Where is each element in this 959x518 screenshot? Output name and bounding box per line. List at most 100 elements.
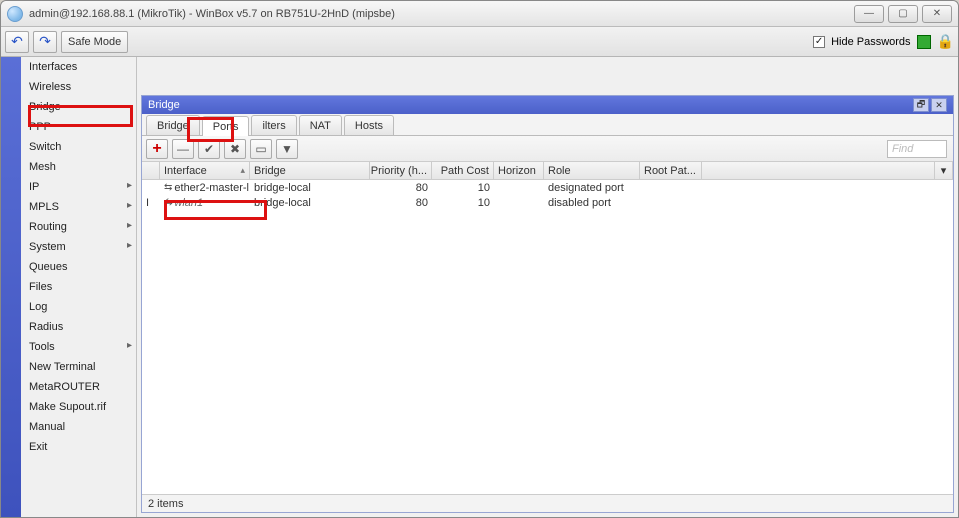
tab-ilters[interactable]: ilters: [251, 115, 296, 135]
menu-item-tools[interactable]: Tools▸: [21, 337, 136, 357]
tab-bridge[interactable]: Bridge: [146, 115, 200, 135]
menu-item-wireless[interactable]: Wireless: [21, 77, 136, 97]
tab-ports[interactable]: Ports: [202, 116, 250, 136]
menu-item-make-supout-rif[interactable]: Make Supout.rif: [21, 397, 136, 417]
menu-item-label: Tools: [29, 341, 55, 353]
col-flag[interactable]: [142, 162, 160, 179]
interface-icon: ⇆: [164, 182, 172, 193]
remove-button[interactable]: —: [172, 139, 194, 159]
row-role: disabled port: [544, 197, 640, 209]
titlebar: admin@192.168.88.1 (MikroTik) - WinBox v…: [1, 1, 958, 27]
menu-item-metarouter[interactable]: MetaROUTER: [21, 377, 136, 397]
menu-item-label: IP: [29, 181, 39, 193]
col-root-path[interactable]: Root Pat...: [640, 162, 702, 179]
menu-item-label: Bridge: [29, 101, 61, 113]
col-bridge[interactable]: Bridge: [250, 162, 370, 179]
tab-hosts[interactable]: Hosts: [344, 115, 394, 135]
bridge-toolbar: + — ✔ ✖ ▭ ▼ Find: [142, 136, 953, 162]
menu-item-label: MPLS: [29, 201, 59, 213]
col-spacer: [702, 162, 935, 179]
undo-icon: ↶: [11, 33, 23, 50]
table-row[interactable]: I⇆wlan1bridge-local8010disabled port: [142, 195, 953, 210]
item-count: 2 items: [148, 498, 183, 510]
menu-item-label: Log: [29, 301, 47, 313]
menu-item-ip[interactable]: IP ▸: [21, 177, 136, 197]
menu-item-label: MetaROUTER: [29, 381, 100, 393]
menu-item-label: PPP: [29, 121, 51, 133]
menu-item-radius[interactable]: Radius: [21, 317, 136, 337]
col-role[interactable]: Role: [544, 162, 640, 179]
row-flag: I: [142, 197, 160, 209]
menu-item-bridge[interactable]: Bridge: [21, 97, 136, 117]
bridge-titlebar[interactable]: Bridge 🗗 ✕: [142, 96, 953, 114]
row-path-cost: 10: [432, 197, 494, 209]
close-button[interactable]: ✕: [922, 5, 952, 23]
app-icon: [7, 6, 23, 22]
filter-button[interactable]: ▼: [276, 139, 298, 159]
table-row[interactable]: ⇆ether2-master-lbridge-local8010 designat…: [142, 180, 953, 195]
row-priority: 80: [370, 182, 432, 194]
redo-icon: ↷: [39, 33, 51, 50]
menu-item-label: New Terminal: [29, 361, 95, 373]
comment-button[interactable]: ▭: [250, 139, 272, 159]
menu-item-label: Radius: [29, 321, 63, 333]
enable-button[interactable]: ✔: [198, 139, 220, 159]
disable-button[interactable]: ✖: [224, 139, 246, 159]
undo-button[interactable]: ↶: [5, 31, 29, 53]
menu-item-routing[interactable]: Routing▸: [21, 217, 136, 237]
grid-body[interactable]: ⇆ether2-master-lbridge-local8010 designat…: [142, 180, 953, 494]
col-horizon[interactable]: Horizon: [494, 162, 544, 179]
row-path-cost: 10: [432, 182, 494, 194]
app-window: admin@192.168.88.1 (MikroTik) - WinBox v…: [0, 0, 959, 518]
top-toolbar: ↶ ↷ Safe Mode ✓ Hide Passwords 🔒: [1, 27, 958, 57]
menu-item-log[interactable]: Log: [21, 297, 136, 317]
side-strip: [1, 57, 21, 517]
bridge-tabs: BridgePortsiltersNATHosts: [142, 114, 953, 136]
menu-item-mpls[interactable]: MPLS ▸: [21, 197, 136, 217]
row-interface: ⇆ether2-master-l: [160, 182, 250, 194]
menu-item-new-terminal[interactable]: New Terminal: [21, 357, 136, 377]
close-icon[interactable]: ✕: [931, 98, 947, 112]
col-priority[interactable]: Priority (h...: [370, 162, 432, 179]
menu-item-label: Routing: [29, 221, 67, 233]
menu-item-interfaces[interactable]: Interfaces: [21, 57, 136, 77]
content-area: Bridge 🗗 ✕ BridgePortsiltersNATHosts + —…: [137, 57, 958, 517]
safe-mode-label: Safe Mode: [68, 36, 121, 48]
menu-item-label: Make Supout.rif: [29, 401, 106, 413]
menu-item-system[interactable]: System▸: [21, 237, 136, 257]
sort-asc-icon: ▴: [240, 165, 245, 176]
hide-passwords-checkbox[interactable]: ✓: [813, 36, 825, 48]
menu-item-label: Mesh: [29, 161, 56, 173]
status-box-icon: [917, 35, 931, 49]
add-button[interactable]: +: [146, 139, 168, 159]
row-role: designated port: [544, 182, 640, 194]
menu-item-queues[interactable]: Queues: [21, 257, 136, 277]
redo-button[interactable]: ↷: [33, 31, 57, 53]
menu-item-label: Exit: [29, 441, 47, 453]
menu-item-label: Files: [29, 281, 52, 293]
tab-nat[interactable]: NAT: [299, 115, 342, 135]
lock-icon: 🔒: [937, 33, 954, 50]
menu-item-files[interactable]: Files: [21, 277, 136, 297]
chevron-right-icon: ▸: [127, 200, 132, 211]
row-bridge: bridge-local: [250, 182, 370, 194]
menu-item-exit[interactable]: Exit: [21, 437, 136, 457]
safe-mode-button[interactable]: Safe Mode: [61, 31, 128, 53]
bridge-window: Bridge 🗗 ✕ BridgePortsiltersNATHosts + —…: [141, 95, 954, 513]
menu-item-ppp[interactable]: PPP: [21, 117, 136, 137]
detach-icon[interactable]: 🗗: [913, 98, 929, 112]
menu-item-manual[interactable]: Manual: [21, 417, 136, 437]
col-interface[interactable]: Interface▴: [160, 162, 250, 179]
maximize-button[interactable]: ▢: [888, 5, 918, 23]
menu-item-mesh[interactable]: Mesh: [21, 157, 136, 177]
columns-dropdown[interactable]: ▾: [935, 162, 953, 179]
menu-item-switch[interactable]: Switch: [21, 137, 136, 157]
minimize-button[interactable]: —: [854, 5, 884, 23]
menu-item-label: System: [29, 241, 66, 253]
find-placeholder: Find: [892, 143, 913, 155]
hide-passwords-label: Hide Passwords: [831, 36, 910, 48]
bridge-title: Bridge: [148, 99, 180, 111]
chevron-right-icon: ▸: [127, 180, 132, 191]
col-path-cost[interactable]: Path Cost: [432, 162, 494, 179]
find-input[interactable]: Find: [887, 140, 947, 158]
